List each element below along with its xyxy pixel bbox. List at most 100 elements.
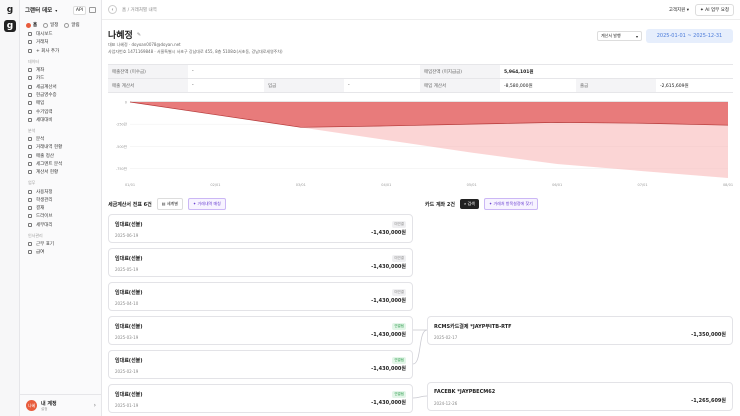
- sidebar-item[interactable]: 카드: [20, 74, 101, 82]
- card-transaction-card[interactable]: RCMS카드결제 *JAYP부ITB-RTF 2025-02-17 -1,350,0…: [427, 316, 733, 345]
- section-label: 업무: [28, 180, 36, 186]
- menu-icon: [28, 92, 32, 97]
- sidebar-item[interactable]: 드라이브: [20, 212, 101, 220]
- menu-icon: [28, 145, 32, 150]
- match-transactions-button[interactable]: ✦ 거래내역 매칭: [187, 198, 226, 210]
- sidebar-item[interactable]: 매입: [20, 99, 101, 107]
- item-amount: -1,430,000원: [371, 230, 406, 236]
- sidebar-item[interactable]: 세무대리: [20, 221, 101, 229]
- x-tick-label: 01/01: [125, 183, 135, 187]
- item-amount: -1,430,000원: [371, 332, 406, 338]
- sidebar-item-label: 드라이브: [36, 214, 53, 220]
- chevron-right-icon[interactable]: ›: [94, 402, 96, 409]
- sidebar-item[interactable]: 매출 정산: [20, 152, 101, 160]
- sidebar-item[interactable]: 학생관리: [20, 196, 101, 204]
- chart-svg: 0 -250만 -500만 -750만 01/01 02/01 03/01 04/01 05/0…: [116, 101, 733, 188]
- section-label: 인사관리: [28, 232, 43, 238]
- sidebar-item[interactable]: 수기입력: [20, 107, 101, 115]
- status-badge: 연결됨: [392, 391, 406, 398]
- x-tick-label: 08/01: [723, 183, 733, 187]
- date-range-picker[interactable]: 2025-01-01 ~ 2025-12-31: [646, 29, 733, 43]
- app-rail: g g: [0, 0, 20, 416]
- sidebar-item[interactable]: 계산서 현황: [20, 168, 101, 176]
- sidebar-item[interactable]: 분석: [20, 135, 101, 143]
- tax-invoice-card[interactable]: 임대료(선불) 2025-05-19 미연결 -1,430,000원: [108, 248, 413, 277]
- sidebar-item-label: 세그멘트 분석: [36, 162, 63, 167]
- sidebar-item[interactable]: 결재: [20, 204, 101, 212]
- status-badge: 미연결: [392, 289, 406, 296]
- sidebar-item-label: 세대대비: [36, 117, 53, 123]
- item-name: RCMS카드결제 *JAYP부ITB-RTF: [434, 324, 512, 330]
- partner-contact: 대표 나혜정 · doyoan0078@doyan.net: [108, 42, 181, 47]
- sidebar-item[interactable]: 대시보드: [20, 30, 101, 38]
- item-amount: -1,350,000원: [691, 332, 726, 338]
- sidebar-item[interactable]: 세금계산서: [20, 82, 101, 90]
- tab-home[interactable]: 홈: [26, 22, 37, 28]
- sidebar-item[interactable]: 거래내역 현황: [20, 143, 101, 151]
- invoice-type-select[interactable]: 계산서 발행 ▾: [597, 31, 642, 41]
- user-account[interactable]: 나혜 내 계정 설정 ›: [20, 394, 102, 416]
- menu-icon: [28, 109, 32, 114]
- menu-icon: [28, 214, 32, 219]
- tab-alerts[interactable]: 알림: [64, 22, 80, 28]
- tab-schedule[interactable]: 일정: [43, 22, 58, 28]
- item-name: 임대료(선불): [115, 392, 143, 398]
- item-date: 2025-01-19: [115, 403, 139, 408]
- section-label: 분석: [28, 127, 36, 133]
- sidebar-item[interactable]: 세대대비: [20, 116, 101, 124]
- menu-icon: [28, 84, 32, 89]
- company-switcher[interactable]: 그랜터 데모: [25, 6, 52, 14]
- ai-request-button[interactable]: ✦ AI 업무 요청: [694, 3, 734, 16]
- tax-invoice-card[interactable]: 임대료(선불) 2025-01-19 연결됨 -1,430,000원: [108, 384, 413, 413]
- card-transaction-card[interactable]: FACEBK *JAYPBECM62 2024-12-26 -1,265,609원: [427, 382, 733, 411]
- x-tick-label: 03/01: [296, 183, 306, 187]
- summary-label: 매입잔액 (미지급금): [420, 65, 500, 78]
- sidebar-item[interactable]: 사용처정: [20, 187, 101, 195]
- edit-icon[interactable]: ✎: [137, 32, 141, 38]
- summary-value: -: [348, 83, 350, 88]
- menu-icon: [28, 197, 32, 202]
- summary-label: 입금: [264, 79, 344, 92]
- y-tick-label: -750만: [116, 166, 128, 171]
- main-content: ‹ 홈 / 거래처별 내역 고객지원 ▾ ✦ AI 업무 요청 나혜정 ✎ 대표 …: [102, 0, 740, 416]
- sidebar-item[interactable]: 현금영수증: [20, 91, 101, 99]
- item-date: 2025-03-19: [115, 335, 139, 340]
- tax-invoice-card[interactable]: 임대료(선불) 2025-04-10 미연결 -1,430,000원: [108, 282, 413, 311]
- menu-icon: [28, 48, 32, 53]
- item-date: 2025-04-10: [115, 301, 139, 306]
- panel-toggle-icon[interactable]: [89, 7, 96, 13]
- find-by-partner-button[interactable]: ✦ 거래처 항목설정에 찾기: [483, 198, 538, 210]
- status-badge: 미연결: [392, 255, 406, 262]
- sidebar-item[interactable]: 급여: [20, 248, 101, 256]
- chevron-down-icon[interactable]: ▾: [55, 8, 57, 13]
- per-invoice-button[interactable]: ▤ 세계별: [156, 198, 183, 210]
- api-button[interactable]: API: [72, 5, 86, 15]
- partner-title-block: 나혜정 ✎ 대표 나혜정 · doyoan0078@doyan.net 사업자번호…: [108, 28, 283, 55]
- y-tick-label: 0: [125, 101, 127, 105]
- summary-row: 매출잔액 (미수금) - 매입잔액 (미지급금) 5,964,101원: [108, 65, 733, 79]
- tax-invoice-section-header: 세금계산서 전표 6건 ▤ 세계별 ✦ 거래내역 매칭: [108, 198, 226, 210]
- sidebar-item-label: 결재: [36, 206, 45, 212]
- x-tick-label: 06/01: [552, 183, 562, 187]
- sidebar-item-label: 세무대리: [36, 222, 53, 228]
- tax-invoice-card[interactable]: 임대료(선불) 2025-03-19 연결됨 -1,430,000원: [108, 316, 413, 345]
- support-menu[interactable]: 고객지원 ▾: [669, 7, 689, 13]
- x-tick-label: 05/01: [467, 183, 477, 187]
- menu-icon: [28, 117, 32, 122]
- sidebar-item[interactable]: 계좌: [20, 66, 101, 74]
- chevron-down-icon: ▾: [635, 33, 638, 39]
- summary-label: 매입 계산서: [420, 79, 500, 92]
- tax-invoice-card[interactable]: 임대료(선불) 2025-06-19 미연결 -1,430,000원: [108, 214, 413, 243]
- sidebar-item-label: 거래내역 현황: [36, 145, 63, 151]
- company-logo-icon[interactable]: g: [4, 20, 16, 32]
- search-button[interactable]: ⌕ 검색: [459, 199, 479, 209]
- sidebar-item-label: 현금영수증: [36, 92, 57, 98]
- sidebar-item-label: 근무 표기: [36, 242, 54, 248]
- sidebar-item[interactable]: 근무 표기: [20, 240, 101, 248]
- back-button[interactable]: ‹: [108, 5, 117, 14]
- tax-invoice-card[interactable]: 임대료(선불) 2025-02-19 연결됨 -1,430,000원: [108, 350, 413, 379]
- home-logo-icon[interactable]: g: [4, 4, 16, 16]
- sidebar-item[interactable]: 거래처: [20, 38, 101, 46]
- sidebar-item[interactable]: 세그멘트 분석: [20, 160, 101, 168]
- sidebar-item[interactable]: + 회사 추가: [20, 47, 101, 55]
